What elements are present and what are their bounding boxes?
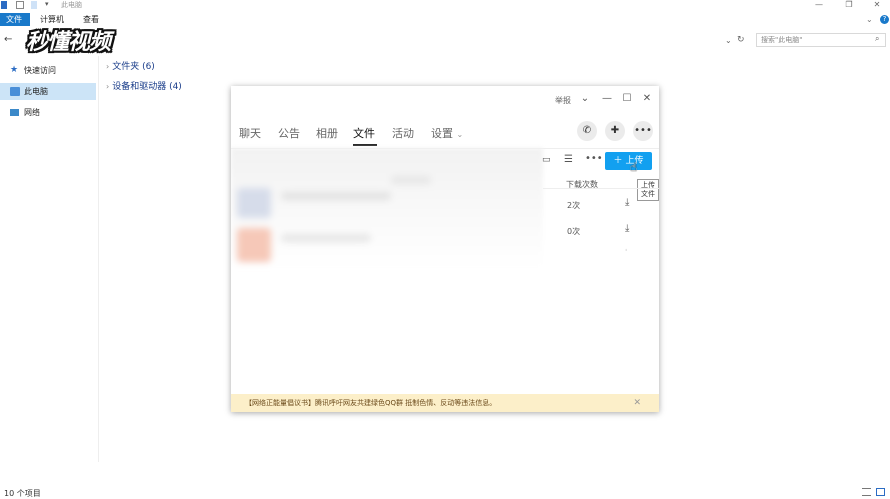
sidebar-item-label: 此电脑 xyxy=(24,87,48,96)
plus-icon: ＋ xyxy=(613,156,623,166)
sidebar-item-quick-access[interactable]: ★ 快速访问 xyxy=(0,62,96,79)
ribbon: 文件 计算机 查看 ⌄ ? xyxy=(0,13,890,27)
add-chat-icon[interactable]: ✚ xyxy=(605,121,625,141)
download-icon[interactable]: ˈ xyxy=(625,248,627,257)
quick-access-dropdown-icon[interactable]: ▾ xyxy=(45,0,49,8)
chevron-right-icon: › xyxy=(106,62,110,71)
hand-cursor-icon: ☝ xyxy=(630,160,638,174)
watermark-logo: 秒懂视频 xyxy=(26,30,111,55)
sidebar-item-label: 快速访问 xyxy=(24,66,56,75)
sidebar-item-this-pc[interactable]: 此电脑 xyxy=(0,83,96,100)
pin-star-icon: ★ xyxy=(10,65,19,75)
list-view-icon[interactable]: ☰ xyxy=(564,154,573,165)
row-download-count: 2次 xyxy=(567,201,581,210)
address-dropdown-icon[interactable]: ⌄ xyxy=(725,36,732,45)
navigation-pane: ★ 快速访问 此电脑 网络 xyxy=(0,56,99,462)
download-icon[interactable]: ⤓ xyxy=(625,223,629,234)
qq-maximize-button[interactable]: ☐ xyxy=(620,92,634,106)
chevron-right-icon: › xyxy=(106,82,110,91)
download-icon[interactable]: ⤓ xyxy=(625,197,629,208)
tab-announcements[interactable]: 公告 xyxy=(278,125,300,141)
qq-minimize-button[interactable]: — xyxy=(600,92,614,106)
network-icon xyxy=(10,109,19,116)
qq-group-window: 举报 ⌄ — ☐ ✕ 聊天 公告 相册 文件 活动 设置 ⌄ ✆ ✚ ••• ▭… xyxy=(231,86,659,412)
chevron-down-icon: ⌄ xyxy=(456,130,464,139)
more-icon[interactable]: ••• xyxy=(633,121,653,141)
tab-settings[interactable]: 设置 ⌄ xyxy=(431,125,463,141)
large-icons-view-icon[interactable] xyxy=(876,488,885,496)
tab-files[interactable]: 文件 xyxy=(353,125,375,141)
notice-text: 【网络正能量倡议书】腾讯呼吁网友共建绿色QQ群 抵制色情、反动等违法信息。 xyxy=(245,399,497,407)
blurred-file-list xyxy=(231,148,543,268)
computer-icon xyxy=(10,87,20,96)
title-bar: ▾ 此电脑 — ❐ ✕ xyxy=(0,0,890,11)
expand-ribbon-icon[interactable]: ⌄ xyxy=(866,15,873,24)
help-icon[interactable]: ? xyxy=(880,15,889,24)
report-link[interactable]: 举报 xyxy=(555,95,571,106)
row-download-count: 0次 xyxy=(567,227,581,236)
details-view-icon[interactable] xyxy=(862,488,871,496)
upload-tooltip: 上传文件 xyxy=(637,179,659,201)
tab-album[interactable]: 相册 xyxy=(316,125,338,141)
notice-bar: 【网络正能量倡议书】腾讯呼吁网友共建绿色QQ群 抵制色情、反动等违法信息。 ✕ xyxy=(231,394,659,412)
phone-icon[interactable]: ✆ xyxy=(577,121,597,141)
tab-activities[interactable]: 活动 xyxy=(392,125,414,141)
group-label: 文件夹 (6) xyxy=(112,62,155,72)
sidebar-item-network[interactable]: 网络 xyxy=(0,104,96,121)
window-title: 此电脑 xyxy=(61,1,82,9)
group-label: 设备和驱动器 (4) xyxy=(112,82,182,92)
group-devices-drives[interactable]: › 设备和驱动器 (4) xyxy=(106,79,182,92)
close-icon[interactable]: ✕ xyxy=(633,394,641,412)
active-tab-indicator xyxy=(353,144,377,146)
chevron-down-icon[interactable]: ⌄ xyxy=(578,92,592,106)
search-icon[interactable]: ⌕ xyxy=(875,34,879,44)
group-folders[interactable]: › 文件夹 (6) xyxy=(106,59,155,72)
sidebar-item-label: 网络 xyxy=(24,108,40,117)
explorer-app-icon xyxy=(1,1,7,9)
status-item-count: 10 个项目 xyxy=(4,489,41,498)
divider xyxy=(543,188,659,189)
upload-button[interactable]: ＋ 上传 xyxy=(605,152,652,170)
new-folder-icon[interactable] xyxy=(31,1,37,9)
close-button[interactable]: ✕ xyxy=(866,0,888,10)
search-input[interactable]: 搜索"此电脑" xyxy=(756,33,886,47)
properties-icon[interactable] xyxy=(16,1,24,9)
tab-chat[interactable]: 聊天 xyxy=(239,125,261,141)
folder-icon[interactable]: ▭ xyxy=(542,155,551,165)
back-arrow-icon[interactable]: ← xyxy=(4,34,12,45)
maximize-button[interactable]: ❐ xyxy=(838,0,860,10)
minimize-button[interactable]: — xyxy=(808,0,830,10)
tab-settings-label: 设置 xyxy=(431,127,453,140)
refresh-icon[interactable]: ↻ xyxy=(737,35,745,45)
more-options-icon[interactable]: ••• xyxy=(585,153,603,164)
qq-close-button[interactable]: ✕ xyxy=(640,92,654,106)
